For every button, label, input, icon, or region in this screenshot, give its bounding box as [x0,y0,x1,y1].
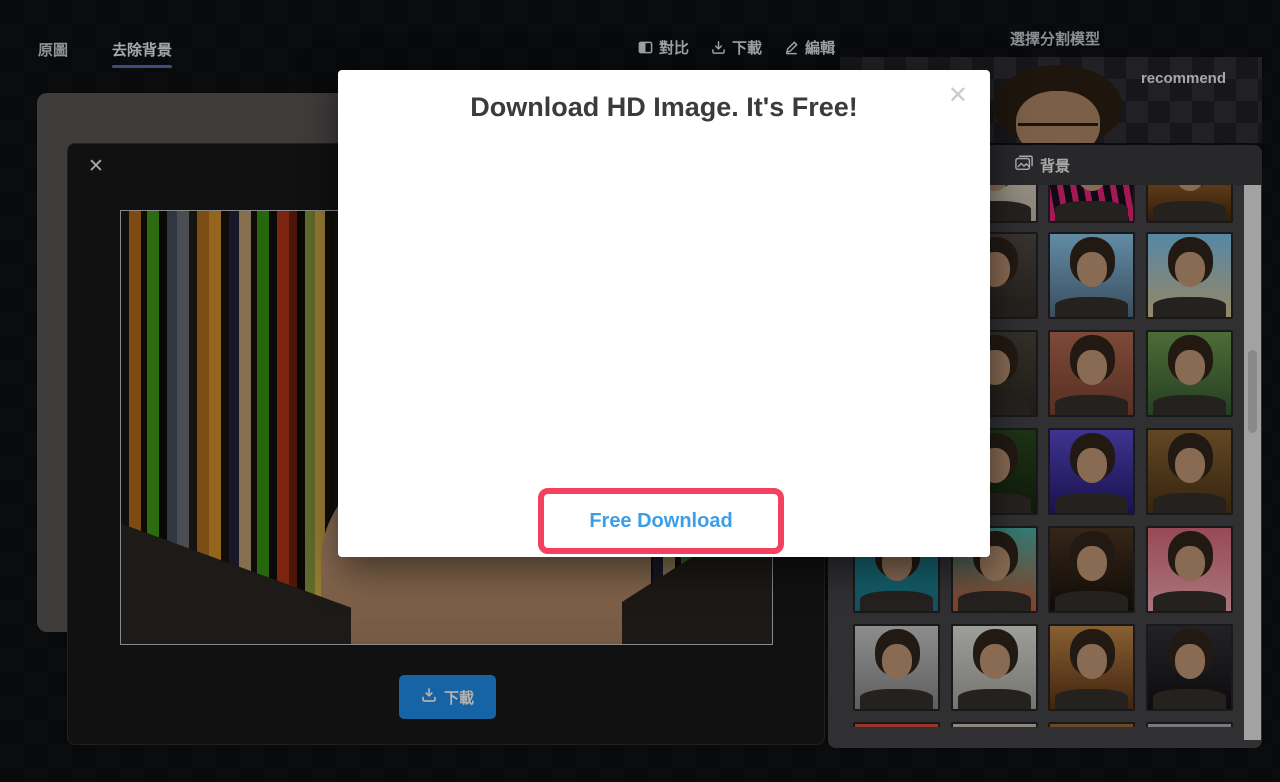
free-download-label: Free Download [589,510,732,533]
app-window: 原圖 去除背景 對比 下載 編輯 選擇分割模型 recommend [0,0,1280,782]
free-download-button[interactable]: Free Download [538,488,784,554]
modal-close-icon[interactable]: ✕ [948,84,968,108]
modal-title: Download HD Image. It's Free! [338,92,990,123]
download-modal: Download HD Image. It's Free! ✕ Free Dow… [338,70,990,557]
